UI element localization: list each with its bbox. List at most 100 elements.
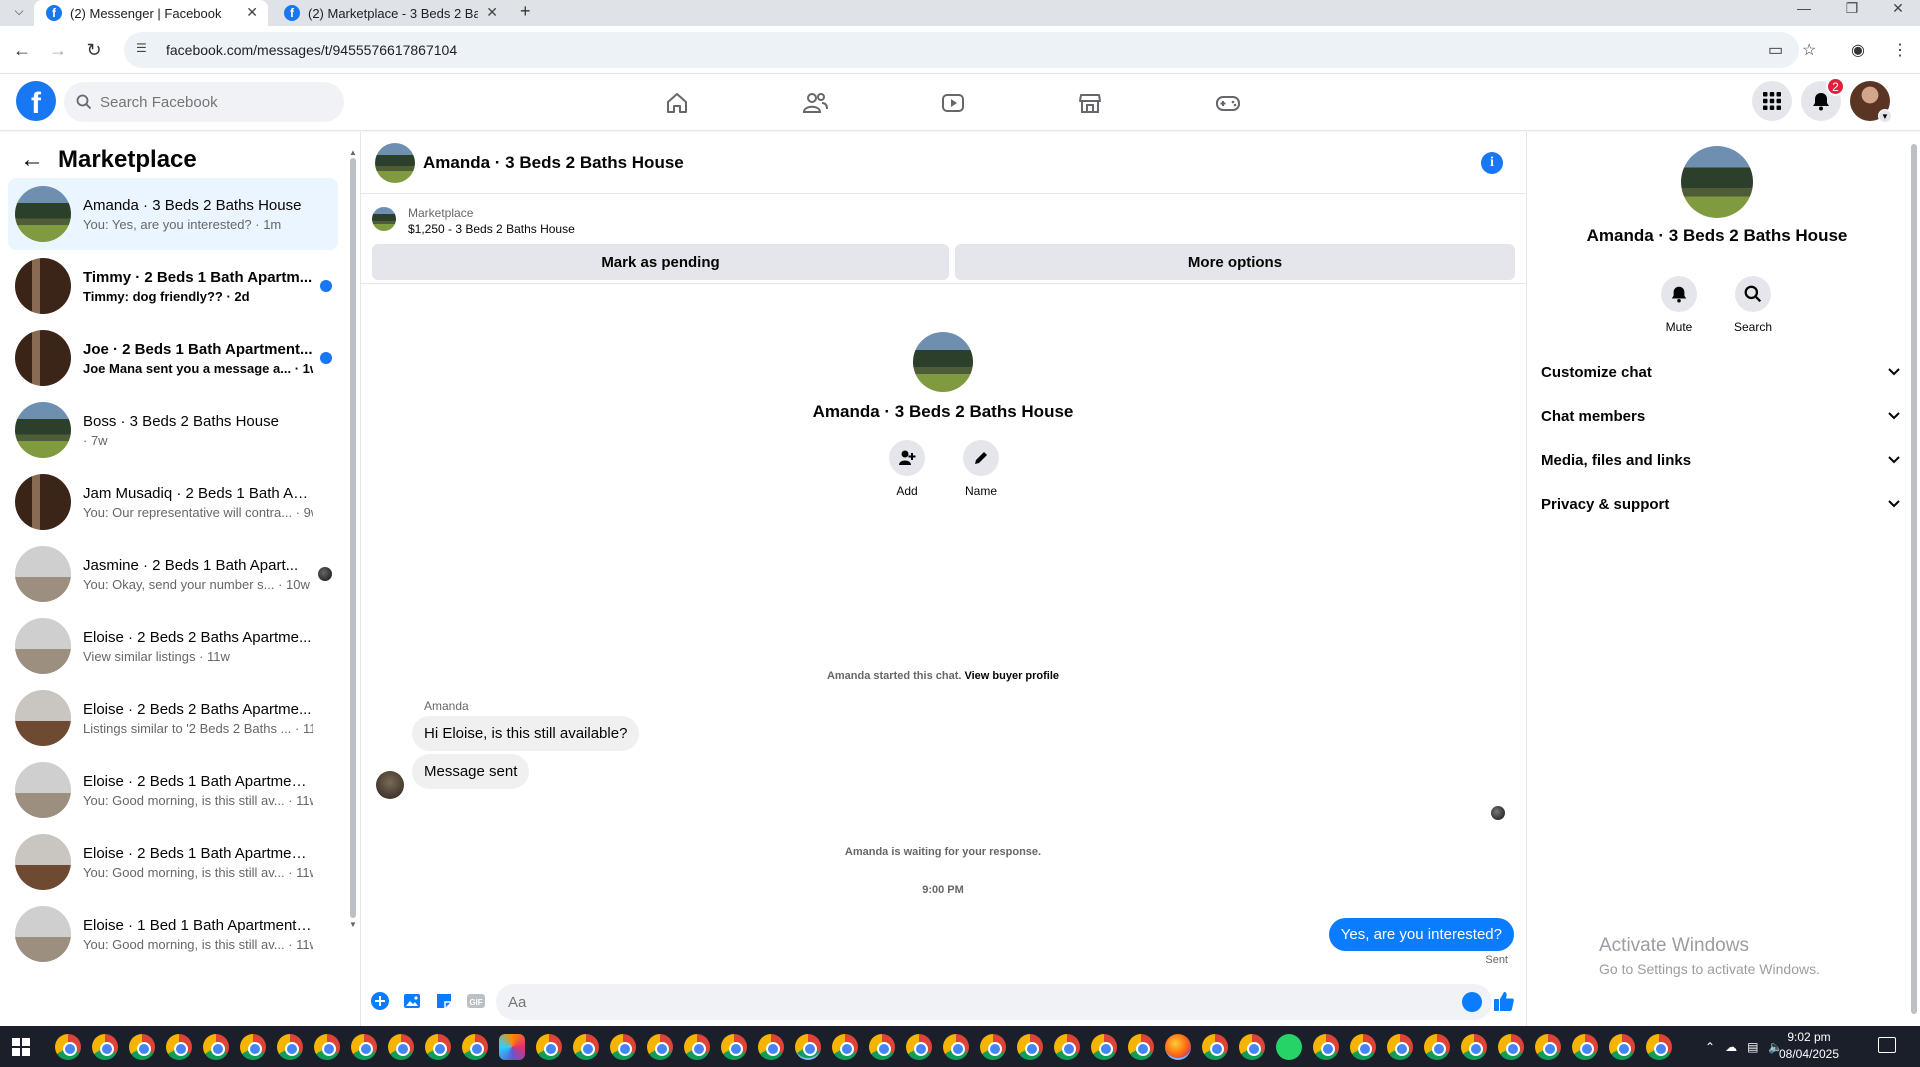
conversation-item[interactable]: Joe · 2 Beds 1 Bath Apartment... Joe Mana… xyxy=(8,322,338,394)
view-buyer-profile-link[interactable]: View buyer profile xyxy=(964,670,1059,682)
chrome-app-icon[interactable] xyxy=(1091,1034,1117,1060)
gaming-nav-button[interactable] xyxy=(1172,83,1284,123)
chrome-app-icon[interactable] xyxy=(277,1034,303,1060)
notifications-button[interactable]: 2 xyxy=(1801,77,1845,121)
chrome-app-icon[interactable] xyxy=(1350,1034,1376,1060)
chrome-app-icon[interactable] xyxy=(314,1034,340,1060)
chrome-app-icon[interactable] xyxy=(610,1034,636,1060)
chrome-app-icon[interactable] xyxy=(758,1034,784,1060)
chrome-app-icon[interactable] xyxy=(943,1034,969,1060)
network-icon[interactable]: ▤ xyxy=(1747,1040,1758,1054)
chrome-app-icon[interactable] xyxy=(573,1034,599,1060)
whatsapp-app-icon[interactable] xyxy=(1276,1034,1302,1060)
chat-members-section[interactable]: Chat members xyxy=(1527,394,1907,438)
account-avatar[interactable]: ▼ xyxy=(1850,81,1892,123)
conversation-item[interactable]: Timmy · 2 Beds 1 Bath Apartm... Timmy: do… xyxy=(8,250,338,322)
back-button[interactable]: ← xyxy=(10,38,34,62)
action-center-icon[interactable] xyxy=(1878,1037,1896,1053)
conversation-item[interactable]: Eloise · 2 Beds 1 Bath Apartment... You: … xyxy=(8,754,338,826)
chrome-app-icon[interactable] xyxy=(129,1034,155,1060)
chrome-app-icon[interactable] xyxy=(388,1034,414,1060)
chrome-app-icon[interactable] xyxy=(1535,1034,1561,1060)
window-close-button[interactable]: ✕ xyxy=(1878,0,1918,16)
search-input[interactable] xyxy=(100,93,320,111)
chrome-app-icon[interactable] xyxy=(462,1034,488,1060)
chrome-app-icon[interactable] xyxy=(425,1034,451,1060)
facebook-search-box[interactable] xyxy=(64,82,344,122)
mute-button[interactable]: Mute xyxy=(1660,276,1698,334)
friends-nav-button[interactable] xyxy=(759,83,871,123)
chrome-app-icon[interactable] xyxy=(536,1034,562,1060)
message-input-box[interactable] xyxy=(496,984,1492,1020)
chrome-app-icon[interactable] xyxy=(869,1034,895,1060)
info-icon[interactable]: i xyxy=(1481,152,1503,174)
more-actions-button[interactable] xyxy=(369,990,391,1012)
profile-icon[interactable]: ◉ xyxy=(1851,40,1865,60)
conversation-item[interactable]: Eloise · 2 Beds 2 Baths Apartme... View s… xyxy=(8,610,338,682)
add-people-button[interactable]: Add xyxy=(888,440,926,498)
chrome-app-icon[interactable] xyxy=(1646,1034,1672,1060)
browser-menu-icon[interactable]: ⋮ xyxy=(1892,40,1908,60)
chrome-app-icon[interactable] xyxy=(1609,1034,1635,1060)
chrome-app-icon[interactable] xyxy=(1498,1034,1524,1060)
chrome-app-icon[interactable] xyxy=(92,1034,118,1060)
chrome-app-icon[interactable] xyxy=(1017,1034,1043,1060)
chrome-app-icon[interactable] xyxy=(1239,1034,1265,1060)
install-app-icon[interactable]: ▭ xyxy=(1768,40,1783,60)
site-info-icon[interactable]: ☰ xyxy=(136,41,154,59)
chrome-app-icon[interactable] xyxy=(351,1034,377,1060)
chrome-app-icon[interactable] xyxy=(203,1034,229,1060)
chrome-app-icon[interactable] xyxy=(980,1034,1006,1060)
restore-button[interactable]: ❐ xyxy=(1832,0,1872,16)
system-clock[interactable]: 9:02 pm 08/04/2025 xyxy=(1774,1029,1844,1063)
sticker-button[interactable] xyxy=(433,990,455,1012)
windows-start-icon[interactable] xyxy=(12,1038,30,1056)
chrome-app-icon[interactable] xyxy=(684,1034,710,1060)
sender-avatar[interactable] xyxy=(376,771,404,799)
chrome-app-icon[interactable] xyxy=(240,1034,266,1060)
chrome-app-icon[interactable] xyxy=(1461,1034,1487,1060)
media-files-links-section[interactable]: Media, files and links xyxy=(1527,438,1907,482)
forward-button[interactable]: → xyxy=(46,38,70,62)
chrome-app-icon[interactable] xyxy=(721,1034,747,1060)
address-bar[interactable]: ☰ facebook.com/messages/t/94555766178671… xyxy=(124,32,1799,68)
conversation-item[interactable]: Eloise · 1 Bed 1 Bath Apartment/... You: … xyxy=(8,898,338,970)
browser-tab-messenger[interactable]: f (2) Messenger | Facebook ✕ xyxy=(34,0,268,26)
chrome-app-icon[interactable] xyxy=(1128,1034,1154,1060)
conversation-item[interactable]: Eloise · 2 Beds 2 Baths Apartme... Listin… xyxy=(8,682,338,754)
conversation-item[interactable]: Amanda · 3 Beds 2 Baths House You: Yes, a… xyxy=(8,178,338,250)
tab-close-icon[interactable]: ✕ xyxy=(246,4,258,21)
privacy-support-section[interactable]: Privacy & support xyxy=(1527,482,1907,526)
page-scrollbar[interactable] xyxy=(1908,132,1920,1026)
marketplace-nav-button[interactable] xyxy=(1034,83,1146,123)
conversation-item[interactable]: Boss · 3 Beds 2 Baths House · 7w xyxy=(8,394,338,466)
emoji-icon[interactable] xyxy=(1462,992,1482,1012)
listing-price-title[interactable]: $1,250 - 3 Beds 2 Baths House xyxy=(408,222,575,236)
incoming-message[interactable]: Hi Eloise, is this still available? xyxy=(412,716,640,751)
chrome-app-icon[interactable] xyxy=(1202,1034,1228,1060)
chrome-app-icon[interactable] xyxy=(55,1034,81,1060)
chrome-app-icon[interactable] xyxy=(906,1034,932,1060)
message-input[interactable] xyxy=(508,993,1408,1011)
conversation-item[interactable]: Jasmine · 2 Beds 1 Bath Apart... You: Oka… xyxy=(8,538,338,610)
chrome-app-icon[interactable] xyxy=(647,1034,673,1060)
chrome-app-icon[interactable] xyxy=(1572,1034,1598,1060)
chrome-app-icon[interactable] xyxy=(795,1034,821,1060)
chrome-app-icon[interactable] xyxy=(1054,1034,1080,1060)
chrome-app-icon[interactable] xyxy=(832,1034,858,1060)
chrome-app-icon[interactable] xyxy=(1387,1034,1413,1060)
chat-avatar[interactable] xyxy=(375,142,415,183)
browser-tab-marketplace[interactable]: f (2) Marketplace - 3 Beds 2 Bath ✕ xyxy=(272,0,508,26)
tab-close-icon[interactable]: ✕ xyxy=(486,4,498,21)
back-arrow-icon[interactable]: ← xyxy=(20,146,44,174)
conversation-scrollbar[interactable]: ▲ ▼ xyxy=(349,148,357,929)
mark-as-pending-button[interactable]: Mark as pending xyxy=(372,244,949,280)
copilot-app-icon[interactable] xyxy=(499,1034,525,1060)
chrome-app-icon[interactable] xyxy=(1424,1034,1450,1060)
tray-chevron-up-icon[interactable]: ⌃ xyxy=(1705,1040,1715,1054)
name-chat-button[interactable]: Name xyxy=(962,440,1000,498)
more-options-button[interactable]: More options xyxy=(955,244,1515,280)
conversation-item[interactable]: Jam Musadiq · 2 Beds 1 Bath Ap... You: Ou… xyxy=(8,466,338,538)
gif-button[interactable]: GIF xyxy=(465,990,487,1012)
new-tab-button[interactable]: + xyxy=(520,1,531,22)
